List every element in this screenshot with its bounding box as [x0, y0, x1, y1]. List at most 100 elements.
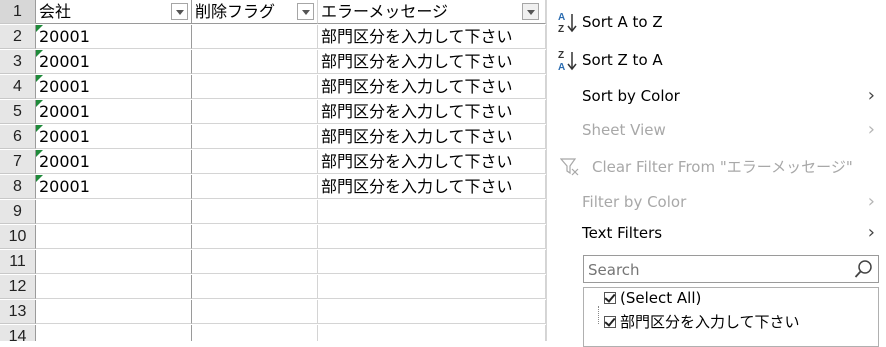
table-cell[interactable]: [192, 150, 318, 174]
table-row: 6 20001 部門区分を入力して下さい: [0, 125, 546, 149]
row-header[interactable]: 5: [0, 100, 36, 124]
filter-value-list: (Select All) 部門区分を入力して下さい: [583, 287, 879, 347]
menu-item-sheet-view: Sheet View ›: [547, 116, 886, 144]
table-cell[interactable]: [192, 200, 318, 224]
cell-value: 部門区分を入力して下さい: [321, 102, 513, 121]
error-indicator-icon: [36, 50, 43, 57]
error-indicator-icon: [36, 125, 43, 132]
table-cell[interactable]: [192, 125, 318, 149]
filter-dropdown-button[interactable]: [171, 3, 188, 20]
svg-text:A: A: [558, 62, 565, 72]
table-cell[interactable]: [192, 75, 318, 99]
sort-ascending-icon: A Z: [558, 12, 577, 34]
table-cell[interactable]: 20001: [36, 25, 192, 49]
filter-search-box: [583, 255, 879, 283]
error-indicator-icon: [36, 175, 43, 182]
cell-value: 20001: [39, 52, 90, 71]
filter-dropdown-button[interactable]: [297, 3, 314, 20]
table-cell[interactable]: [36, 225, 192, 249]
table-cell[interactable]: 20001: [36, 100, 192, 124]
cell-value: 部門区分を入力して下さい: [321, 177, 513, 196]
table-cell[interactable]: [192, 225, 318, 249]
table-cell[interactable]: 20001: [36, 150, 192, 174]
row-header[interactable]: 7: [0, 150, 36, 174]
row-header[interactable]: 10: [0, 225, 36, 249]
table-cell[interactable]: 部門区分を入力して下さい: [318, 150, 546, 174]
table-cell[interactable]: [318, 275, 546, 299]
error-indicator-icon: [36, 150, 43, 157]
sort-descending-icon: Z A: [558, 50, 577, 72]
table-cell[interactable]: [36, 200, 192, 224]
table-cell[interactable]: 20001: [36, 50, 192, 74]
search-input[interactable]: [586, 258, 850, 282]
error-indicator-icon: [36, 25, 43, 32]
row-header[interactable]: 6: [0, 125, 36, 149]
row-header[interactable]: 8: [0, 175, 36, 199]
menu-item-sort-by-color[interactable]: Sort by Color ›: [547, 82, 886, 110]
tree-connector: [598, 306, 599, 324]
table-cell[interactable]: [192, 100, 318, 124]
row-header[interactable]: 12: [0, 275, 36, 299]
header-cell-error-message[interactable]: エラーメッセージ: [318, 0, 546, 24]
chevron-right-icon: ›: [867, 222, 875, 243]
table-cell[interactable]: [192, 300, 318, 324]
row-header[interactable]: 3: [0, 50, 36, 74]
header-label: 会社: [39, 2, 72, 21]
header-cell-delete-flag[interactable]: 削除フラグ: [192, 0, 318, 24]
select-all-checkbox[interactable]: [604, 292, 616, 304]
table-cell[interactable]: [192, 250, 318, 274]
cell-value: 部門区分を入力して下さい: [321, 77, 513, 96]
table-row: 13: [0, 300, 546, 324]
table-cell[interactable]: [318, 225, 546, 249]
filter-value-label: 部門区分を入力して下さい: [620, 313, 800, 331]
table-cell[interactable]: [192, 325, 318, 341]
row-header[interactable]: 2: [0, 25, 36, 49]
row-header[interactable]: 4: [0, 75, 36, 99]
table-cell[interactable]: [192, 25, 318, 49]
table-cell[interactable]: [36, 275, 192, 299]
row-header[interactable]: 1: [0, 0, 36, 24]
table-cell[interactable]: 部門区分を入力して下さい: [318, 100, 546, 124]
table-cell[interactable]: 部門区分を入力して下さい: [318, 25, 546, 49]
menu-item-label: Sort Z to A: [582, 51, 663, 69]
table-cell[interactable]: [318, 200, 546, 224]
filter-dropdown-button-active[interactable]: [522, 3, 539, 20]
chevron-right-icon: ›: [867, 85, 875, 106]
filter-value-checkbox[interactable]: [604, 316, 616, 328]
autofilter-menu: A Z Sort A to Z Z A Sort Z to A Sort by …: [546, 0, 886, 347]
table-cell[interactable]: [192, 275, 318, 299]
table-cell[interactable]: 部門区分を入力して下さい: [318, 175, 546, 199]
header-label: エラーメッセージ: [321, 2, 449, 21]
menu-item-text-filters[interactable]: Text Filters ›: [547, 219, 886, 247]
table-row: 14: [0, 325, 546, 341]
table-cell[interactable]: [36, 325, 192, 341]
table-cell[interactable]: 20001: [36, 175, 192, 199]
table-row: 7 20001 部門区分を入力して下さい: [0, 150, 546, 174]
header-cell-company[interactable]: 会社: [36, 0, 192, 24]
svg-text:Z: Z: [558, 24, 564, 34]
table-cell[interactable]: [192, 50, 318, 74]
table-cell[interactable]: 部門区分を入力して下さい: [318, 125, 546, 149]
chevron-right-icon: ›: [867, 191, 875, 212]
table-cell[interactable]: 部門区分を入力して下さい: [318, 75, 546, 99]
row-header[interactable]: 13: [0, 300, 36, 324]
table-cell[interactable]: 部門区分を入力して下さい: [318, 50, 546, 74]
menu-item-sort-z-to-a[interactable]: Z A Sort Z to A: [547, 46, 886, 74]
table-cell[interactable]: [36, 250, 192, 274]
row-header[interactable]: 9: [0, 200, 36, 224]
row-header[interactable]: 11: [0, 250, 36, 274]
menu-item-label: Sort A to Z: [582, 13, 663, 31]
header-label: 削除フラグ: [195, 2, 276, 21]
row-header[interactable]: 14: [0, 325, 36, 341]
table-cell[interactable]: 20001: [36, 75, 192, 99]
table-row: 9: [0, 200, 546, 224]
table-cell[interactable]: [318, 325, 546, 341]
error-indicator-icon: [36, 100, 43, 107]
table-cell[interactable]: [318, 300, 546, 324]
table-cell[interactable]: [192, 175, 318, 199]
menu-item-sort-a-to-z[interactable]: A Z Sort A to Z: [547, 8, 886, 36]
table-cell[interactable]: [318, 250, 546, 274]
table-cell[interactable]: [36, 300, 192, 324]
table-cell[interactable]: 20001: [36, 125, 192, 149]
table-row: 10: [0, 225, 546, 249]
